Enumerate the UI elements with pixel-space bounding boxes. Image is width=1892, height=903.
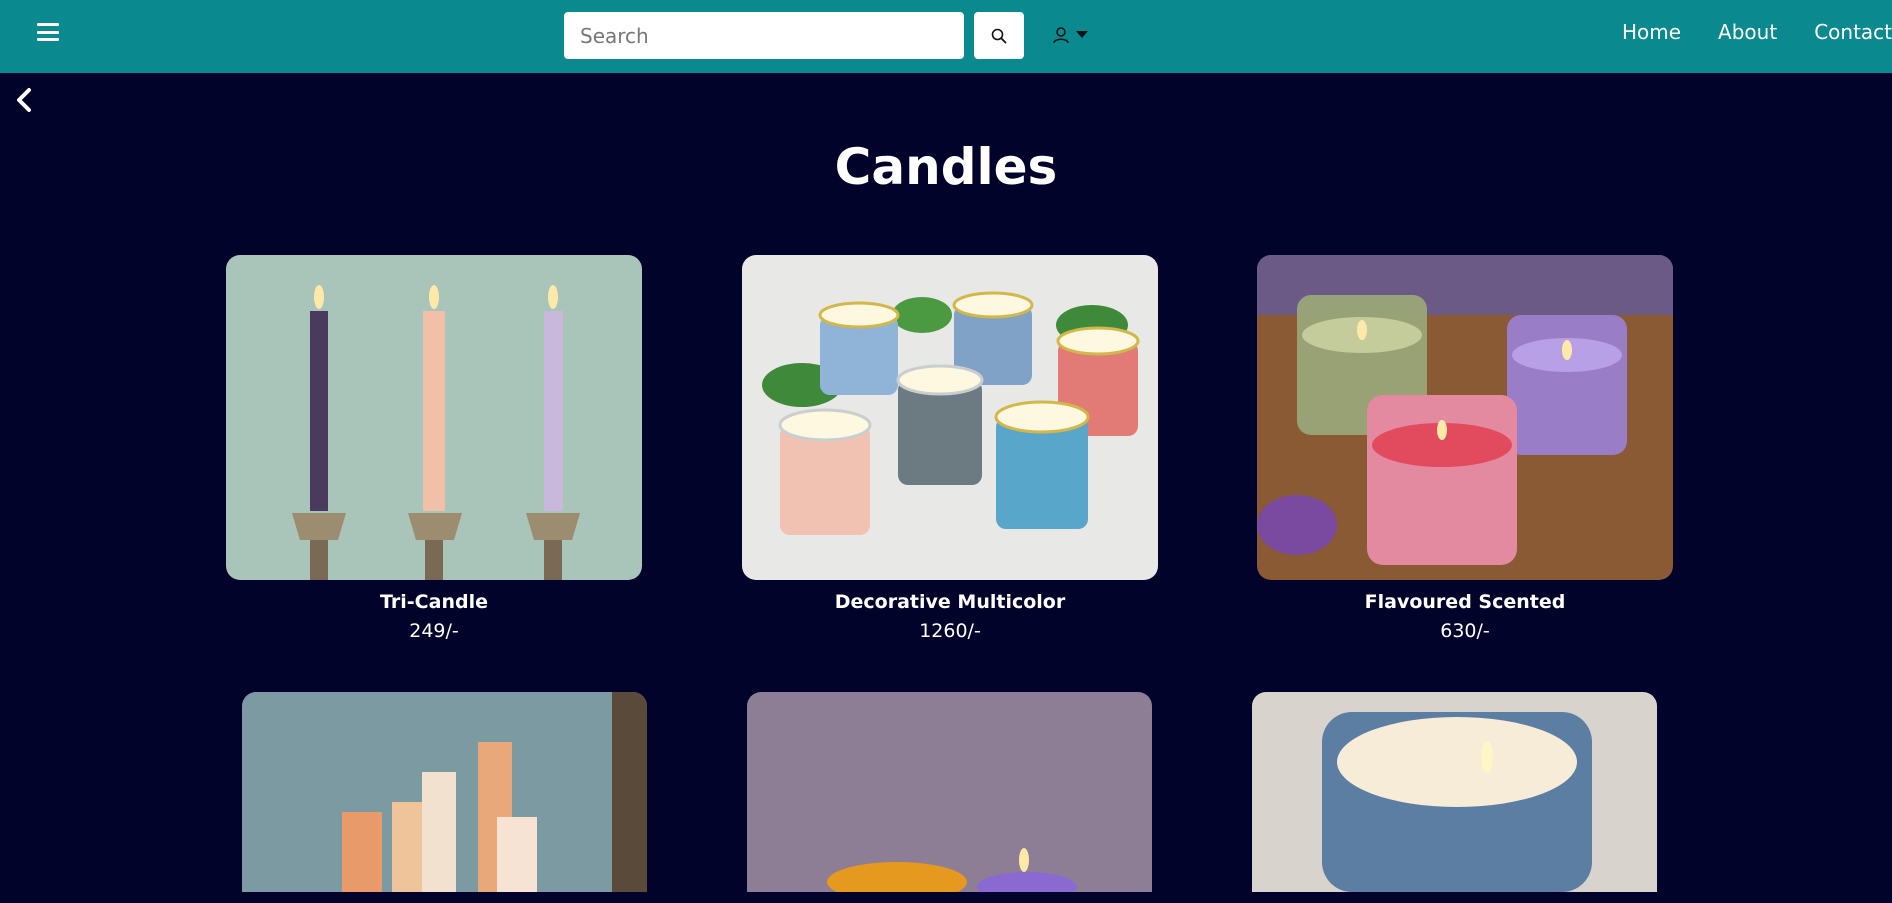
product-image[interactable]	[1252, 692, 1657, 892]
nav-about-link[interactable]: About	[1718, 20, 1777, 44]
user-icon	[1053, 27, 1069, 44]
main-nav: Home About Contact	[1622, 20, 1892, 44]
search-button[interactable]	[974, 12, 1024, 59]
product-name[interactable]: Decorative Multicolor	[742, 591, 1158, 613]
nav-home-link[interactable]: Home	[1622, 20, 1681, 44]
chevron-left-icon[interactable]	[13, 86, 35, 114]
product-image[interactable]	[1257, 255, 1673, 580]
product-image[interactable]	[747, 692, 1152, 892]
product-name[interactable]: Tri-Candle	[226, 591, 642, 613]
magnifier-icon	[991, 28, 1007, 43]
product-card[interactable]	[747, 692, 1152, 903]
nav-contact-link[interactable]: Contact	[1814, 20, 1892, 44]
product-price: 630/-	[1440, 620, 1490, 642]
product-card-decorative-multicolor[interactable]: Decorative Multicolor 1260/-	[742, 255, 1158, 642]
page-title: Candles	[834, 138, 1058, 196]
product-price: 1260/-	[919, 620, 981, 642]
product-card[interactable]	[242, 692, 647, 903]
product-name[interactable]: Flavoured Scented	[1257, 591, 1673, 613]
product-image[interactable]	[742, 255, 1158, 580]
product-card-tri-candle[interactable]: Tri-Candle 249/-	[226, 255, 642, 642]
product-price: 249/-	[409, 620, 459, 642]
hamburger-icon[interactable]	[37, 23, 59, 41]
caret-down-icon	[1076, 31, 1088, 38]
product-image[interactable]	[242, 692, 647, 892]
top-navbar: Home About Contact	[0, 0, 1892, 73]
search-input[interactable]	[564, 12, 964, 59]
product-card[interactable]	[1252, 692, 1657, 903]
product-card-flavoured-scented[interactable]: Flavoured Scented 630/-	[1257, 255, 1673, 642]
user-menu-dropdown[interactable]	[1052, 22, 1102, 48]
product-image[interactable]	[226, 255, 642, 580]
